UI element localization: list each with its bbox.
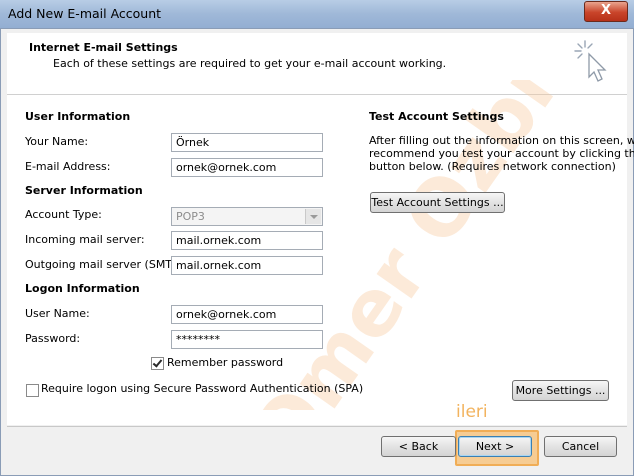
spa-label: Require logon using Secure Password Auth… bbox=[41, 382, 364, 395]
header-subtitle: Each of these settings are required to g… bbox=[53, 57, 447, 70]
test-description-line3: button below. (Requires network connecti… bbox=[369, 160, 616, 173]
email-field[interactable]: ornek@ornek.com bbox=[171, 158, 323, 177]
email-label: E-mail Address: bbox=[25, 160, 111, 173]
test-description-line2: recommend you test your account by click… bbox=[369, 147, 634, 160]
password-field[interactable]: ******** bbox=[171, 330, 323, 349]
outgoing-server-label: Outgoing mail server (SMTP): bbox=[25, 258, 187, 271]
test-description-line1: After filling out the information on thi… bbox=[369, 134, 634, 147]
test-account-settings-button[interactable]: Test Account Settings ... bbox=[370, 192, 505, 213]
annotation-label: ileri bbox=[456, 402, 488, 422]
remember-password-checkbox[interactable] bbox=[151, 357, 164, 370]
back-button[interactable]: < Back bbox=[381, 436, 456, 457]
spa-checkbox[interactable] bbox=[26, 384, 39, 397]
logon-info-heading: Logon Information bbox=[25, 282, 140, 295]
watermark: Omer Ozbi bbox=[235, 80, 572, 410]
account-type-value: POP3 bbox=[176, 210, 205, 223]
chevron-down-icon bbox=[305, 209, 321, 224]
more-settings-button[interactable]: More Settings ... bbox=[512, 380, 609, 401]
server-info-heading: Server Information bbox=[25, 184, 143, 197]
title-bar: Add New E-mail Account X bbox=[0, 0, 634, 29]
incoming-server-field[interactable]: mail.ornek.com bbox=[171, 231, 323, 250]
window-title: Add New E-mail Account bbox=[8, 6, 162, 21]
account-type-label: Account Type: bbox=[25, 208, 102, 221]
username-field[interactable]: ornek@ornek.com bbox=[171, 305, 323, 324]
next-button[interactable]: Next > bbox=[458, 436, 532, 457]
cursor-sparkle-icon bbox=[574, 40, 607, 82]
outgoing-server-field[interactable]: mail.ornek.com bbox=[171, 256, 323, 275]
username-label: User Name: bbox=[25, 307, 90, 320]
name-field[interactable]: Örnek bbox=[171, 133, 323, 152]
user-info-heading: User Information bbox=[25, 110, 131, 123]
test-settings-heading: Test Account Settings bbox=[369, 110, 504, 123]
remember-password-label: Remember password bbox=[167, 356, 284, 369]
button-separator bbox=[7, 426, 627, 427]
account-type-select: POP3 bbox=[171, 207, 323, 226]
name-label: Your Name: bbox=[25, 135, 89, 148]
incoming-server-label: Incoming mail server: bbox=[25, 233, 145, 246]
close-button[interactable]: X bbox=[584, 1, 628, 22]
header-title: Internet E-mail Settings bbox=[29, 41, 178, 54]
cancel-button[interactable]: Cancel bbox=[544, 436, 617, 457]
password-label: Password: bbox=[25, 332, 81, 345]
